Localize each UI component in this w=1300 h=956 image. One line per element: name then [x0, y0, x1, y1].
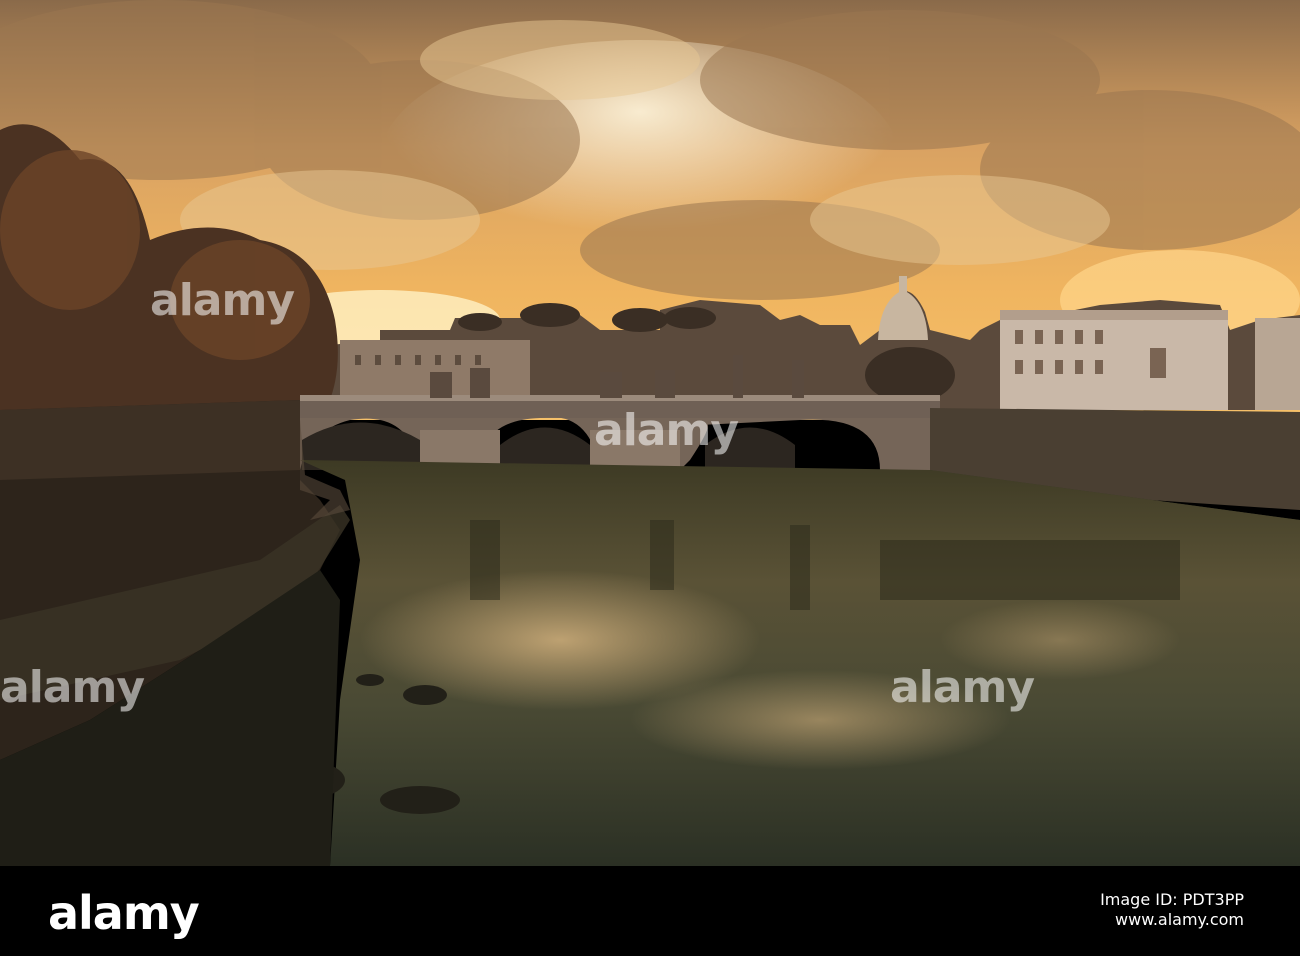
watermark-top-left: alamy — [150, 275, 295, 326]
watermark-center: alamy — [594, 405, 739, 456]
footer-bar: alamy Image ID: PDT3PP www.alamy.com — [0, 866, 1300, 956]
image-id-block: Image ID: PDT3PP www.alamy.com — [884, 890, 1244, 930]
site-url: www.alamy.com — [1115, 910, 1244, 929]
alamy-logo: alamy — [48, 886, 200, 940]
watermark-bottom-left: alamy — [0, 662, 145, 713]
watermark-bottom-right: alamy — [890, 662, 1035, 713]
image-id-text: Image ID: PDT3PP — [1100, 890, 1244, 909]
